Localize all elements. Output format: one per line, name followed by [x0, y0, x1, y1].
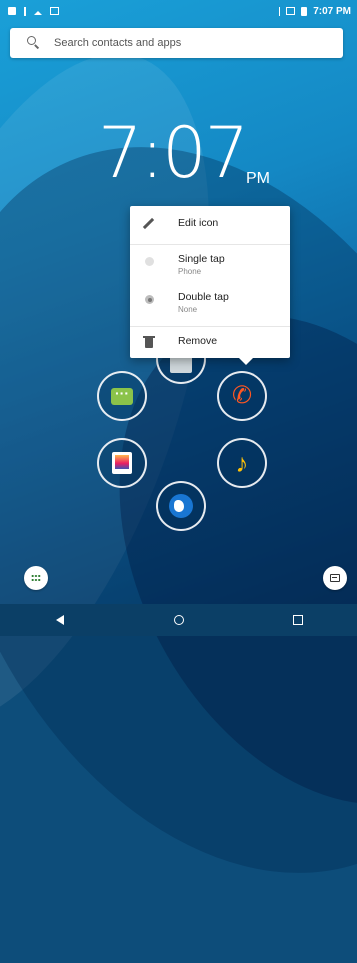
home-button[interactable]	[159, 605, 199, 635]
menu-item-value: Phone	[178, 267, 202, 276]
app-photos[interactable]	[97, 438, 147, 488]
lock-icon	[8, 6, 16, 15]
app-messages[interactable]	[97, 371, 147, 421]
search-input[interactable]	[52, 36, 316, 50]
recents-button[interactable]	[278, 605, 318, 635]
menu-item-double-tap[interactable]: Double tap None	[130, 290, 290, 324]
divider	[130, 326, 290, 327]
drawer-icon	[330, 574, 340, 582]
widget-drawer-button[interactable]	[323, 566, 347, 590]
screenshot-icon	[50, 6, 59, 15]
radio-unselected-icon[interactable]	[142, 254, 156, 268]
status-time: 7:07 PM	[313, 5, 351, 17]
app-browser[interactable]	[156, 481, 206, 531]
home-icon	[173, 615, 184, 625]
menu-item-remove[interactable]: Remove	[130, 334, 290, 356]
menu-item-label: Single tap	[178, 253, 225, 265]
phone-icon: ✆	[231, 382, 253, 409]
battery-icon	[301, 6, 308, 16]
recents-icon	[292, 615, 303, 625]
photos-icon	[112, 452, 132, 474]
menu-item-edit-icon[interactable]: Edit icon	[130, 216, 290, 246]
status-bar: 7:07 PM	[0, 0, 357, 22]
menu-item-single-tap[interactable]: Single tap Phone	[130, 252, 290, 286]
divider	[130, 244, 290, 245]
trash-icon	[142, 336, 156, 350]
globe-icon	[169, 494, 193, 518]
navigation-bar	[0, 604, 357, 636]
app-drawer-button[interactable]	[24, 566, 48, 590]
menu-item-label: Double tap	[178, 291, 229, 303]
search-icon	[24, 33, 44, 53]
clock-ampm: PM	[246, 170, 270, 187]
music-note-icon: ♪	[235, 448, 249, 478]
upload-icon	[34, 7, 42, 15]
grid-dots-icon	[31, 575, 41, 581]
radio-selected-icon[interactable]	[142, 292, 156, 306]
app-music[interactable]: ♪	[217, 438, 267, 488]
icon-context-menu: Edit icon Single tap Phone Double tap No…	[130, 206, 290, 358]
menu-item-value: None	[178, 305, 198, 314]
back-icon	[55, 615, 64, 625]
messages-icon	[111, 385, 133, 405]
menu-caret	[238, 357, 254, 365]
clock-time[interactable]: 7:07	[98, 112, 249, 194]
back-button[interactable]	[40, 605, 80, 635]
pencil-icon	[142, 218, 156, 232]
signal-icon	[286, 7, 296, 15]
bluetooth-icon	[279, 6, 281, 16]
menu-item-label: Remove	[178, 335, 218, 347]
menu-item-label: Edit icon	[178, 217, 219, 229]
app-phone[interactable]: ✆	[217, 371, 267, 421]
search-bar[interactable]	[10, 28, 343, 58]
usb-icon	[24, 6, 26, 16]
